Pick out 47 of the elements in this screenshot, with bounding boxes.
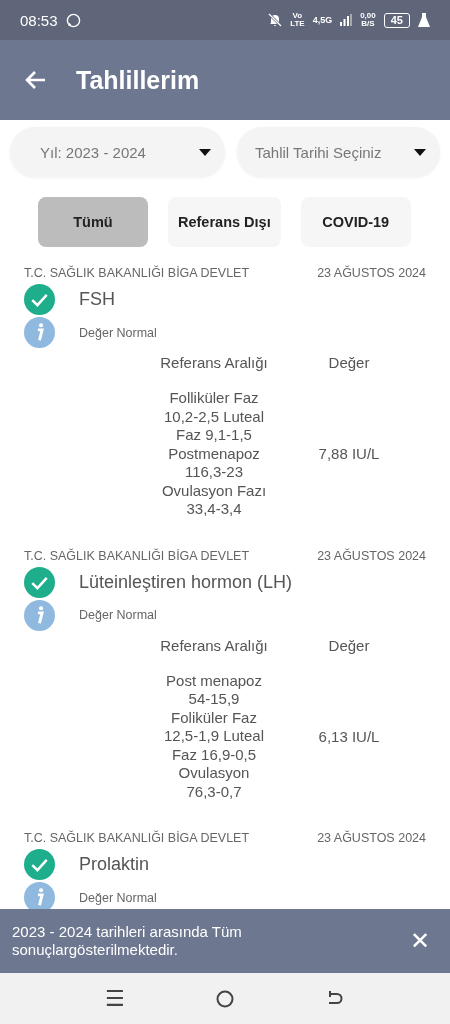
institution-name: T.C. SAĞLIK BAKANLIĞI BİGA DEVLET <box>24 830 250 846</box>
reference-range: Folliküler Faz 10,2-2,5 Luteal Faz 9,1-1,5 Postmenapoz 116,3-23 Ovulasyon Fazı 33,4-3,4 <box>160 389 268 519</box>
test-name: Lüteinleştiren hormon (LH) <box>79 571 293 593</box>
filter-tab[interactable]: Tümü <box>38 197 148 247</box>
status-text: Değer Normal <box>79 608 157 622</box>
home-circle-icon[interactable] <box>214 988 235 1009</box>
institution-name: T.C. SAĞLIK BAKANLIĞI BİGA DEVLET <box>24 265 250 281</box>
column-header: Değer <box>327 636 371 654</box>
mobile-data-label: 4,5G <box>312 15 333 25</box>
checkmark-icon <box>24 566 55 598</box>
clock: 08:53 <box>20 11 58 29</box>
result-date: 23 AĞUSTOS 2024 <box>317 265 426 281</box>
dropdown[interactable]: Tahlil Tarihi Seçiniz <box>237 127 440 177</box>
close-button[interactable]: ✕ <box>401 927 438 955</box>
dropdown[interactable]: Yıl: 2023 - 2024 <box>10 127 225 177</box>
battery-indicator: 45 <box>383 12 410 28</box>
test-name: FSH <box>79 289 115 310</box>
test-name: Prolaktin <box>79 854 150 875</box>
result-date: 23 AĞUSTOS 2024 <box>317 830 426 846</box>
network-label: LTE <box>290 20 305 28</box>
status-text: Değer Normal <box>79 325 157 340</box>
network-label: Vo <box>292 12 303 20</box>
reference-range: Post menapoz 54-15,9 Foliküler Faz 12,5-1,9 Luteal Faz 16,9-0,5 Ovulasyon 76,3-0,7 <box>162 671 266 801</box>
screen-title: Tahlillerim <box>76 65 200 95</box>
muted-bell-icon <box>268 13 283 27</box>
result-value: 6,13 IU/L <box>317 727 381 745</box>
checkmark-icon <box>24 849 55 880</box>
speed-unit: B/S <box>361 20 375 28</box>
signal-icon <box>340 14 353 26</box>
speed-value: 0,00 <box>360 12 376 20</box>
column-header: Değer <box>327 354 371 371</box>
column-header: Referans Aralığı <box>159 636 269 654</box>
result-date: 23 AĞUSTOS 2024 <box>317 547 426 564</box>
back-arrow-icon[interactable] <box>24 69 46 91</box>
info-icon <box>24 317 55 348</box>
institution-name: T.C. SAĞLIK BAKANLIĞI BİGA DEVLET <box>24 547 250 564</box>
snackbar-message: 2023 - 2024 tarihleri arasında Tüm sonuçlargösterilmektedir. <box>12 923 243 959</box>
filter-tab[interactable]: COVID-19 <box>300 197 411 247</box>
column-header: Referans Aralığı <box>159 354 269 371</box>
info-icon <box>24 599 55 631</box>
flask-icon <box>418 13 430 27</box>
result-value: 7,88 IU/L <box>317 445 381 463</box>
status-text: Değer Normal <box>79 890 157 905</box>
filter-tab[interactable]: Referans Dışı <box>168 197 281 247</box>
menu-button[interactable]: ☰ <box>105 986 125 1011</box>
checkmark-icon <box>24 284 55 315</box>
info-icon <box>24 882 55 909</box>
